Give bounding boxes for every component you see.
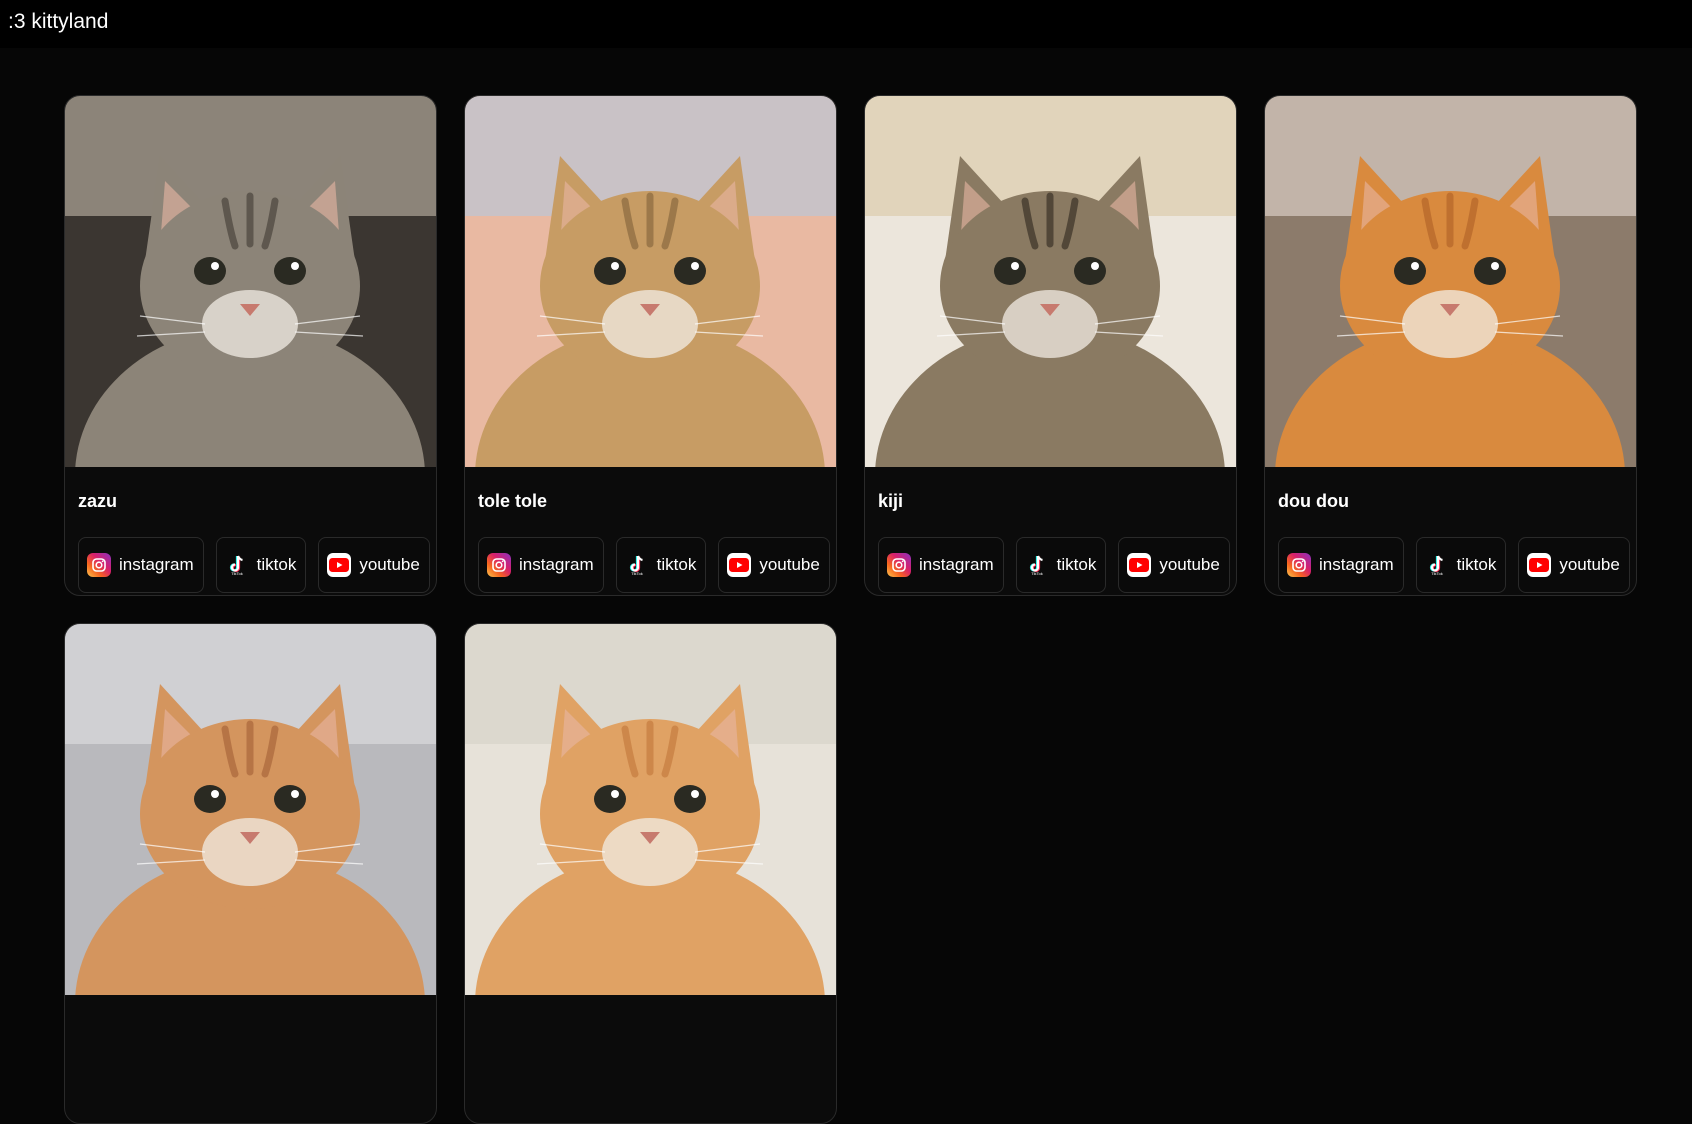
tiktok-link[interactable]: TikTok tiktok xyxy=(615,537,707,593)
cat-name: zazu xyxy=(78,491,118,511)
youtube-link[interactable]: youtube xyxy=(318,537,430,593)
link-label: instagram xyxy=(519,555,594,574)
link-label: youtube xyxy=(359,555,420,574)
card-body: kiji instagram TikTok tiktok youtube xyxy=(865,490,1236,593)
cat-card: zazu instagram TikTok tiktok youtube xyxy=(64,95,437,596)
social-links: instagram TikTok tiktok youtube xyxy=(78,537,430,593)
cat-photo xyxy=(65,624,436,995)
instagram-icon xyxy=(87,553,111,577)
card-body: tole tole instagram TikTok tiktok youtube xyxy=(465,490,836,593)
cat-name: kiji xyxy=(878,491,904,511)
instagram-icon xyxy=(887,553,911,577)
card-body: dou dou instagram TikTok tiktok youtube xyxy=(1265,490,1636,593)
tiktok-icon: TikTok xyxy=(1425,553,1449,577)
tiktok-link[interactable]: TikTok tiktok xyxy=(1015,537,1107,593)
tiktok-icon: TikTok xyxy=(225,553,249,577)
instagram-icon xyxy=(1287,553,1311,577)
cat-photo xyxy=(465,624,836,995)
youtube-icon xyxy=(1527,553,1552,577)
link-label: youtube xyxy=(759,555,820,574)
cat-photo xyxy=(865,96,1236,467)
link-label: tiktok xyxy=(656,555,697,574)
link-label: tiktok xyxy=(256,555,297,574)
cat-photo xyxy=(465,96,836,467)
cat-photo xyxy=(65,96,436,467)
svg-text:TikTok: TikTok xyxy=(631,571,642,576)
svg-text:TikTok: TikTok xyxy=(231,571,242,576)
link-label: youtube xyxy=(1559,555,1620,574)
tiktok-icon: TikTok xyxy=(1025,553,1049,577)
cat-card-grid: zazu instagram TikTok tiktok youtube tole to… xyxy=(64,95,1637,1124)
link-label: youtube xyxy=(1159,555,1220,574)
social-links: instagram TikTok tiktok youtube xyxy=(1278,537,1630,593)
cat-card: tole tole instagram TikTok tiktok youtube xyxy=(464,95,837,596)
tiktok-link[interactable]: TikTok tiktok xyxy=(1415,537,1507,593)
tiktok-link[interactable]: TikTok tiktok xyxy=(215,537,307,593)
top-bar: :3 kittyland xyxy=(0,0,1692,48)
svg-text:TikTok: TikTok xyxy=(1431,571,1442,576)
instagram-link[interactable]: instagram xyxy=(78,537,204,593)
cat-photo xyxy=(1265,96,1636,467)
youtube-link[interactable]: youtube xyxy=(1118,537,1230,593)
link-label: instagram xyxy=(919,555,994,574)
youtube-icon xyxy=(1127,553,1152,577)
link-label: instagram xyxy=(1319,555,1394,574)
youtube-link[interactable]: youtube xyxy=(1518,537,1630,593)
cat-card xyxy=(464,623,837,1124)
tiktok-icon: TikTok xyxy=(625,553,649,577)
youtube-icon xyxy=(727,553,752,577)
cat-card: kiji instagram TikTok tiktok youtube xyxy=(864,95,1237,596)
svg-text:TikTok: TikTok xyxy=(1031,571,1042,576)
cat-card: dou dou instagram TikTok tiktok youtube xyxy=(1264,95,1637,596)
link-label: tiktok xyxy=(1056,555,1097,574)
cat-name: dou dou xyxy=(1278,491,1349,511)
link-label: tiktok xyxy=(1456,555,1497,574)
social-links: instagram TikTok tiktok youtube xyxy=(878,537,1230,593)
instagram-link[interactable]: instagram xyxy=(878,537,1004,593)
cat-name xyxy=(78,1018,423,1040)
card-body xyxy=(65,1018,436,1065)
cat-name xyxy=(478,1018,823,1040)
site-title: :3 kittyland xyxy=(8,10,109,33)
youtube-icon xyxy=(327,553,352,577)
instagram-link[interactable]: instagram xyxy=(478,537,604,593)
card-body xyxy=(465,1018,836,1065)
card-body: zazu instagram TikTok tiktok youtube xyxy=(65,490,436,593)
social-links: instagram TikTok tiktok youtube xyxy=(478,537,830,593)
youtube-link[interactable]: youtube xyxy=(718,537,830,593)
instagram-icon xyxy=(487,553,511,577)
cat-name: tole tole xyxy=(478,491,548,511)
link-label: instagram xyxy=(119,555,194,574)
instagram-link[interactable]: instagram xyxy=(1278,537,1404,593)
cat-card xyxy=(64,623,437,1124)
